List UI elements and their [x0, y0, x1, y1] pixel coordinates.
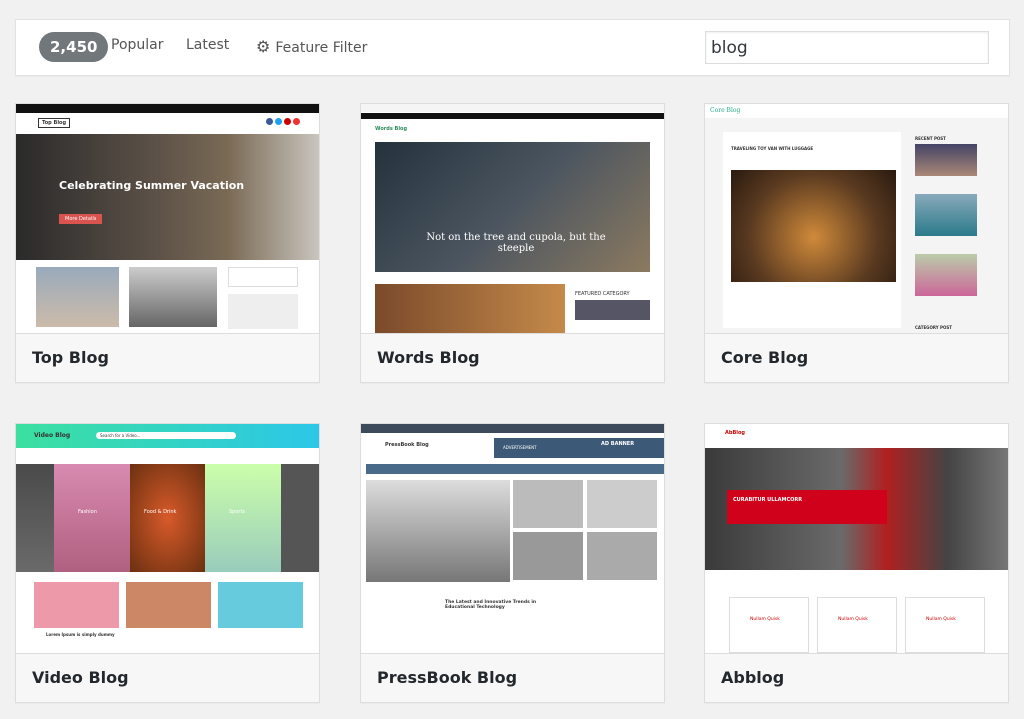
tab-latest[interactable]: Latest — [186, 37, 229, 53]
theme-search-input[interactable] — [705, 31, 989, 64]
preview-category: Sports — [229, 509, 246, 515]
preview-headline: Celebrating Summer Vacation — [59, 179, 245, 192]
theme-screenshot: Words Blog Not on the tree and cupola, b… — [361, 104, 664, 333]
preview-ad: ADVERTISEMENT — [503, 445, 537, 450]
theme-filter-bar: 2,450 Popular Latest ⚙ Feature Filter — [15, 19, 1010, 76]
feature-filter-button[interactable]: ⚙ Feature Filter — [256, 37, 367, 56]
preview-ad-banner: AD BANNER — [601, 441, 635, 447]
theme-name: Video Blog — [16, 653, 319, 702]
preview-post-title: TRAVELING TOY VAN WITH LUGGAGE — [731, 146, 814, 151]
theme-card-video-blog[interactable]: Video Blog Search for a Video... Fashion… — [15, 423, 320, 703]
theme-screenshot: Core Blog TRAVELING TOY VAN WITH LUGGAGE… — [705, 104, 1008, 333]
preview-logo: Words Blog — [375, 126, 408, 132]
theme-screenshot: Video Blog Search for a Video... Fashion… — [16, 424, 319, 653]
theme-name: Abblog — [705, 653, 1008, 702]
preview-logo: AbBlog — [725, 430, 745, 436]
preview-headline: Not on the tree and cupola, but the stee… — [426, 232, 606, 254]
theme-screenshot: PressBook Blog ADVERTISEMENT AD BANNER T… — [361, 424, 664, 653]
preview-logo: PressBook Blog — [385, 442, 429, 448]
theme-name: Words Blog — [361, 333, 664, 382]
theme-card-words-blog[interactable]: Words Blog Not on the tree and cupola, b… — [360, 103, 665, 383]
preview-sidebar-title: RECENT POST — [915, 136, 946, 141]
preview-feature: Nullam Quisk — [926, 617, 956, 622]
preview-post-title: Lorem Ipsum is simply dummy — [46, 632, 115, 637]
preview-headline: CURABITUR ULLAMCORR — [733, 497, 803, 503]
theme-name: PressBook Blog — [361, 653, 664, 702]
theme-name: Core Blog — [705, 333, 1008, 382]
preview-category: Food & Drink — [144, 509, 177, 515]
tab-popular[interactable]: Popular — [111, 37, 164, 53]
preview-feature: Nullam Quisk — [750, 617, 780, 622]
theme-name: Top Blog — [16, 333, 319, 382]
feature-filter-label: Feature Filter — [275, 40, 368, 56]
preview-search: Search for a Video... — [96, 432, 236, 439]
gear-icon: ⚙ — [256, 37, 271, 56]
preview-category: Fashion — [78, 509, 97, 515]
preview-article-title: The Latest and Innovative Trends in Educ… — [445, 600, 537, 610]
preview-feature: Nullam Quisk — [838, 617, 868, 622]
preview-section-title: FEATURED CATEGORY — [575, 291, 630, 297]
preview-sidebar-title-2: CATEGORY POST — [915, 325, 952, 330]
theme-card-core-blog[interactable]: Core Blog TRAVELING TOY VAN WITH LUGGAGE… — [704, 103, 1009, 383]
theme-card-pressbook-blog[interactable]: PressBook Blog ADVERTISEMENT AD BANNER T… — [360, 423, 665, 703]
theme-card-top-blog[interactable]: Top Blog Celebrating Summer Vacation Mor… — [15, 103, 320, 383]
preview-logo: Video Blog — [34, 432, 71, 439]
preview-logo: Top Blog — [38, 118, 71, 128]
preview-button: More Details — [59, 214, 103, 224]
theme-screenshot: Top Blog Celebrating Summer Vacation Mor… — [16, 104, 319, 333]
preview-logo: Core Blog — [710, 107, 741, 114]
theme-card-abblog[interactable]: AbBlog CURABITUR ULLAMCORR Nullam Quisk … — [704, 423, 1009, 703]
theme-count-badge: 2,450 — [39, 32, 109, 62]
theme-screenshot: AbBlog CURABITUR ULLAMCORR Nullam Quisk … — [705, 424, 1008, 653]
